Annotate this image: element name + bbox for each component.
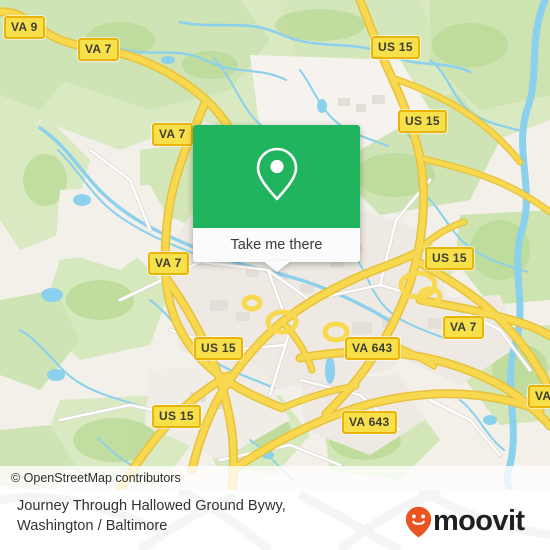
road-shield-va-9: VA 9: [4, 16, 45, 39]
place-title-line-1: Journey Through Hallowed Ground Bywy,: [17, 498, 286, 514]
map-viewport[interactable]: VA 9 VA 7 US 15 US 15 VA 7 VA 7 US 15 VA…: [0, 0, 550, 490]
moovit-wordmark: moovit: [433, 505, 537, 542]
place-title: Journey Through Hallowed Ground Bywy, Wa…: [17, 496, 367, 536]
road-shield-va-643-a: VA 643: [345, 337, 400, 360]
road-shield-va-7-top: VA 7: [78, 38, 119, 61]
svg-text:moovit: moovit: [433, 507, 525, 537]
location-popup-card[interactable]: Take me there: [193, 125, 360, 272]
place-title-line-2: Washington / Baltimore: [17, 518, 168, 534]
road-shield-us-15-e: US 15: [152, 405, 201, 428]
popup-header: [193, 125, 360, 228]
road-shield-va-7-mid: VA 7: [152, 123, 193, 146]
moovit-logo[interactable]: moovit: [405, 505, 537, 543]
road-shield-va-7-right: VA 7: [443, 316, 484, 339]
road-shield-us-15-top: US 15: [371, 36, 420, 59]
road-shield-us-15-c: US 15: [425, 247, 474, 270]
footer-bar: Journey Through Hallowed Ground Bywy, Wa…: [0, 490, 550, 550]
moovit-pin-icon: [405, 506, 432, 543]
map-pin-icon: [255, 146, 299, 207]
road-shield-va-7-low: VA 7: [148, 252, 189, 275]
popup-tail: [262, 261, 291, 272]
attribution-text[interactable]: © OpenStreetMap contributors: [0, 471, 181, 485]
road-shield-us-15-b: US 15: [398, 110, 447, 133]
map-attribution-bar: © OpenStreetMap contributors: [0, 466, 550, 490]
popup-action-button[interactable]: Take me there: [193, 228, 360, 272]
popup-action-label: Take me there: [230, 237, 323, 253]
road-shield-va-edge: VA: [528, 385, 550, 408]
road-shield-us-15-d: US 15: [194, 337, 243, 360]
road-shield-va-643-b: VA 643: [342, 411, 397, 434]
